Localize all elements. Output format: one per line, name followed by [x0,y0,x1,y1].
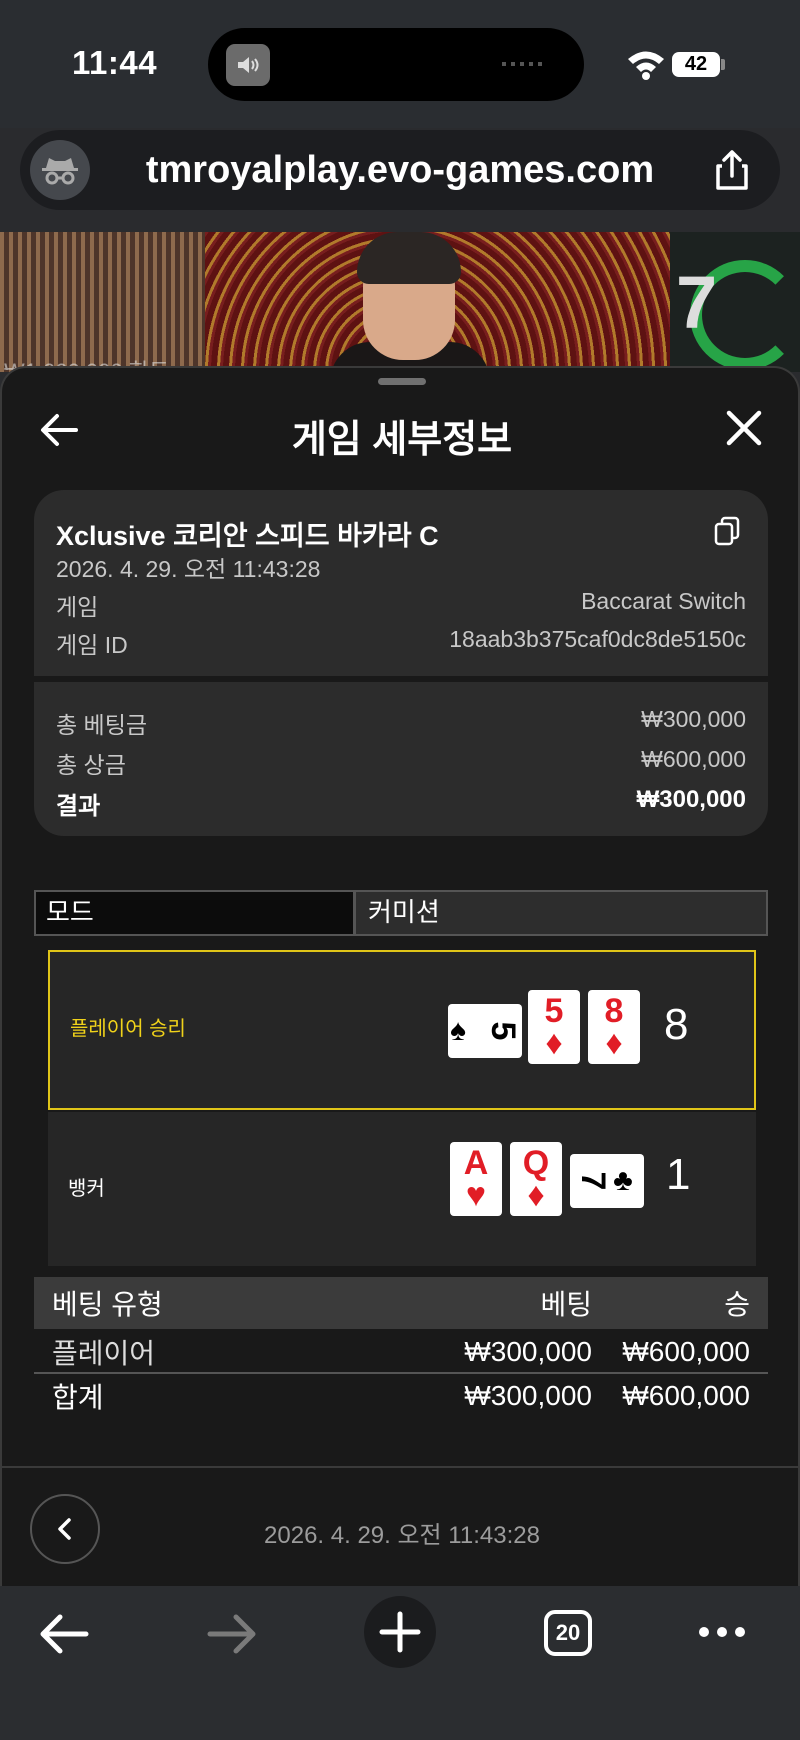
total-type-cell: 합계 [52,1382,104,1413]
mode-tabs: 모드 커미션 [34,890,768,936]
dealer-hair [357,232,461,284]
video-curtain [0,232,205,372]
player-result-label: 플레이어 승리 [70,1018,186,1040]
info-row-game: 게임 Baccarat Switch [56,588,746,622]
browser-toolbar: 20 [0,1586,800,1740]
live-video-stream: 7 ₩1,000,000 한도 [0,232,800,372]
player-result-row: 플레이어 승리 ♠ 5 5 ♦ 8 ♦ 8 [48,950,756,1110]
player-card-3: 8 ♦ [588,990,640,1064]
game-datetime: 2026. 4. 29. 오전 11:43:28 [56,556,321,582]
total-bet-row: 총 베팅금 ₩300,000 [56,706,746,740]
info-value: Baccarat Switch [581,588,746,614]
browser-back-icon[interactable] [38,1612,90,1656]
back-arrow-icon[interactable] [40,412,80,448]
bet-amount-cell: ₩300,000 [464,1336,592,1367]
sheet-grabber[interactable] [378,378,426,385]
game-name: Xclusive 코리안 스피드 바카라 C [56,521,439,551]
browser-forward-icon[interactable] [206,1612,258,1656]
info-label: 게임 [56,594,99,620]
game-details-sheet: 게임 세부정보 Xclusive 코리안 스피드 바카라 C 2026. 4. … [0,366,800,1586]
total-prize-row: 총 상금 ₩600,000 [56,746,746,780]
tab-count-button[interactable]: 20 [544,1610,592,1656]
wifi-icon [628,51,664,80]
card-suit: ♥ [465,1176,487,1214]
card-rank: 5 [544,992,564,1030]
player-score: 8 [664,1000,689,1049]
total-bet-cell: ₩300,000 [464,1380,592,1411]
new-tab-button[interactable] [364,1596,436,1668]
card-rank: 8 [604,992,624,1030]
game-info-card: Xclusive 코리안 스피드 바카라 C 2026. 4. 29. 오전 1… [34,490,768,676]
info-row-game-id: 게임 ID 18aab3b375caf0dc8de5150c [56,626,746,660]
share-icon[interactable] [712,148,752,192]
banker-card-1: A ♥ [450,1142,502,1216]
banker-score: 1 [666,1150,691,1199]
win-amount-cell: ₩600,000 [622,1336,750,1367]
card-rank: 5 [484,1021,522,1041]
bet-table-total-row: 합계 ₩300,000 ₩600,000 [34,1374,768,1414]
speaker-icon [226,44,270,86]
info-label: 게임 ID [56,632,128,658]
address-bar[interactable]: tmroyalplay.evo-games.com [20,130,780,210]
bet-table-header: 베팅 유형 베팅 승 [34,1277,768,1329]
bet-type-cell: 플레이어 [52,1338,156,1369]
result-row: 결과 ₩300,000 [56,786,746,821]
card-rank: A [463,1144,489,1182]
more-options-icon[interactable] [696,1622,748,1642]
result-label: 결과 [56,793,101,820]
tab-commission[interactable]: 커미션 [356,892,766,934]
info-value: 18aab3b375caf0dc8de5150c [449,626,746,652]
copy-icon[interactable] [714,516,740,546]
card-rank: Q [522,1144,550,1182]
total-prize-label: 총 상금 [56,752,126,778]
banker-result-label: 뱅커 [68,1178,105,1200]
close-icon[interactable] [724,408,764,448]
battery-nub [721,59,725,70]
win-amount-header: 승 [724,1289,750,1320]
banker-card-3: 7 ♣ [570,1154,644,1208]
card-suit: ♦ [527,1176,545,1214]
tab-mode[interactable]: 모드 [36,892,356,934]
url-text[interactable]: tmroyalplay.evo-games.com [20,130,780,210]
total-bet-label: 총 베팅금 [56,712,148,738]
totals-card: 총 베팅금 ₩300,000 총 상금 ₩600,000 결과 ₩300,000 [34,682,768,836]
bet-type-header: 베팅 유형 [52,1289,163,1320]
footer-datetime: 2026. 4. 29. 오전 11:43:28 [264,1522,540,1549]
card-suit: ♣ [613,1164,633,1197]
total-bet-value: ₩300,000 [641,706,746,732]
banker-card-2: Q ♦ [510,1142,562,1216]
battery-indicator: 42 [672,52,720,77]
total-win-cell: ₩600,000 [622,1380,750,1411]
plus-icon [379,1611,421,1653]
countdown-number: 7 [676,261,718,344]
card-suit: ♦ [545,1024,563,1062]
player-card-2: 5 ♦ [528,990,580,1064]
footer-divider [2,1466,800,1468]
banker-result-row: 뱅커 A ♥ Q ♦ 7 ♣ 1 [48,1112,756,1266]
player-card-1: ♠ 5 [448,1004,522,1058]
result-value: ₩300,000 [636,786,746,813]
status-time: 11:44 [72,44,158,81]
bet-amount-header: 베팅 [540,1289,592,1320]
sheet-title: 게임 세부정보 [291,419,513,461]
card-suit: ♠ [450,1014,466,1047]
island-activity-dots [502,62,544,66]
total-prize-value: ₩600,000 [641,746,746,772]
dynamic-island [208,28,584,101]
card-suit: ♦ [605,1024,623,1062]
bet-table-row: 플레이어 ₩300,000 ₩600,000 [34,1330,768,1370]
